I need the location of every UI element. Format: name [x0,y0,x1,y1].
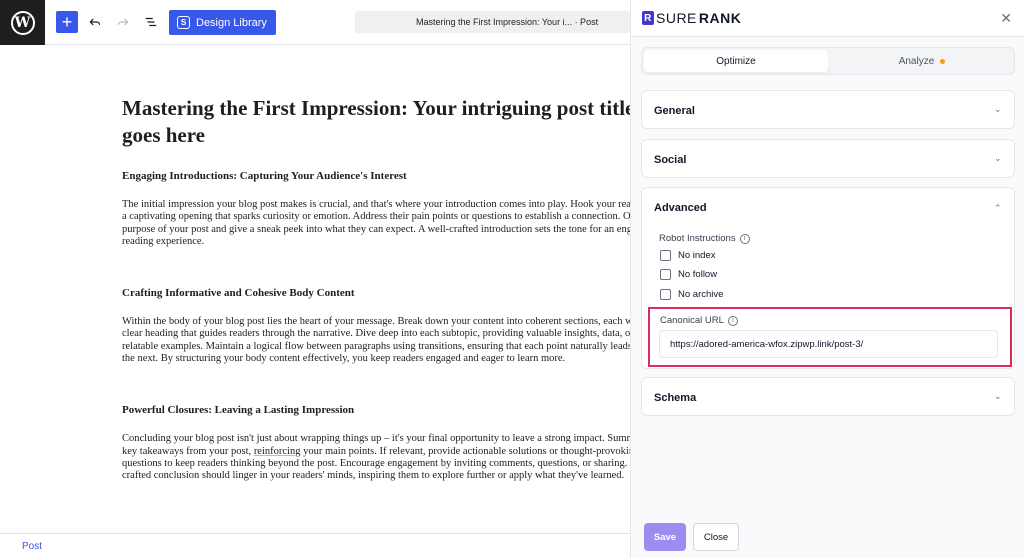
sidebar-tabs: Optimize Analyze [641,47,1015,75]
tab-optimize-label: Optimize [716,55,756,67]
editor-canvas[interactable]: Mastering the First Impression: Your int… [0,45,630,533]
breadcrumb-post[interactable]: Post [22,541,42,552]
canonical-url-input[interactable] [659,330,998,358]
document-title-bar[interactable]: Mastering the First Impression: Your i..… [355,11,630,33]
info-icon[interactable]: i [727,315,738,326]
save-button[interactable]: Save [644,523,686,551]
paragraph-line: clear heading that guides readers throug… [122,328,630,340]
advanced-accordion: Advanced ⌃ Robot Instructions i No index… [641,187,1015,369]
add-block-button[interactable]: + [56,11,78,33]
paragraph-line: The initial impression your blog post ma… [122,199,630,210]
no-index-label: No index [678,250,716,261]
chevron-down-icon: ⌄ [994,104,1002,114]
robot-instructions-text: Robot Instructions [659,233,736,244]
undo-button[interactable] [85,12,105,32]
general-label: General [654,105,695,117]
social-label: Social [654,154,687,166]
paragraph-line: questions to keep readers thinking beyon… [122,457,630,469]
canonical-url-label: Canonical URL i [660,315,738,326]
schema-label: Schema [654,392,697,404]
surerank-sidebar: R SURE RANK ✕ Optimize Analyze General ⌄ … [630,0,1024,558]
brand-sure: SURE [656,10,697,26]
text-run: your main points. If relevant, provide a… [300,445,630,457]
close-icon[interactable]: ✕ [1000,11,1012,25]
design-library-label: Design Library [196,16,267,29]
analyze-status-dot [940,58,946,64]
chevron-up-icon[interactable]: ⌃ [994,204,1002,213]
info-icon[interactable]: i [739,233,750,244]
post-content: Mastering the First Impression: Your int… [122,95,630,483]
section-heading[interactable]: Powerful Closures: Leaving a Lasting Imp… [122,403,630,417]
list-view-icon [145,17,157,27]
tab-analyze-label: Analyze [898,55,935,67]
chevron-down-icon: ⌄ [994,391,1002,401]
paragraph-line: key takeaways from your post, reinforcin… [122,446,630,458]
chevron-down-icon: ⌄ [994,153,1002,163]
no-follow-label: No follow [678,269,718,280]
wordpress-logo-button[interactable]: W [0,0,45,45]
brand-rank: RANK [698,10,742,26]
document-title-text: Mastering the First Impression: Your i..… [416,17,599,27]
canonical-url-highlight: Canonical URL i [648,307,1012,367]
surerank-logo: R SURE RANK [642,10,741,26]
advanced-label[interactable]: Advanced [654,202,707,214]
editor-toolbar: W + S Design Library Mastering the First… [0,0,630,45]
checkbox-no-index[interactable]: No index [660,250,716,261]
social-accordion[interactable]: Social ⌄ [641,139,1015,178]
no-archive-checkbox[interactable] [660,289,671,300]
paragraph-line: purpose of your post and give a sneak pe… [122,223,630,235]
close-button[interactable]: Close [693,523,739,551]
redo-icon [117,18,129,26]
tab-analyze[interactable]: Analyze [830,50,1014,72]
undo-icon [89,18,101,26]
text-run: key takeaways from your post, [122,445,254,457]
section-heading[interactable]: Engaging Introductions: Capturing Your A… [122,169,630,183]
general-accordion[interactable]: General ⌄ [641,90,1015,129]
robot-instructions-label: Robot Instructions i [659,233,750,244]
paragraph[interactable]: The initial impression your blog post ma… [122,199,630,248]
post-title[interactable]: Mastering the First Impression: Your int… [122,95,630,149]
canonical-url-text: Canonical URL [660,315,724,326]
section-heading[interactable]: Crafting Informative and Cohesive Body C… [122,286,630,300]
wordpress-icon: W [10,10,35,35]
paragraph-line: crafted conclusion should linger in your… [122,470,625,482]
checkbox-no-archive[interactable]: No archive [660,289,723,300]
redo-button[interactable] [113,12,133,32]
no-archive-label: No archive [678,289,724,300]
document-overview-button[interactable] [141,12,161,32]
paragraph-line: Within the body of your blog post lies t… [122,316,630,328]
design-library-icon: S [177,16,190,29]
paragraph-line: relatable examples. Maintain a logical f… [122,340,630,352]
paragraph-line: a captivating opening that sparks curios… [122,211,630,223]
paragraph-line: reading experience. [122,235,205,247]
schema-accordion[interactable]: Schema ⌄ [641,377,1015,416]
paragraph[interactable]: Concluding your blog post isn't just abo… [122,433,630,482]
surerank-logo-icon: R [642,11,654,25]
tab-optimize[interactable]: Optimize [644,50,828,72]
no-index-checkbox[interactable] [660,250,671,261]
app-window: W + S Design Library Mastering the First… [0,0,1024,558]
editor-footer: Post [0,533,630,558]
paragraph-line: the next. By structuring your body conte… [122,353,566,365]
checkbox-no-follow[interactable]: No follow [660,269,717,280]
paragraph[interactable]: Within the body of your blog post lies t… [122,316,630,365]
no-follow-checkbox[interactable] [660,269,671,280]
spellcheck-underline: reinforcing [253,445,301,457]
sidebar-header: R SURE RANK ✕ [631,0,1024,37]
design-library-button[interactable]: S Design Library [169,10,276,35]
paragraph-line: Concluding your blog post isn't just abo… [122,433,630,445]
